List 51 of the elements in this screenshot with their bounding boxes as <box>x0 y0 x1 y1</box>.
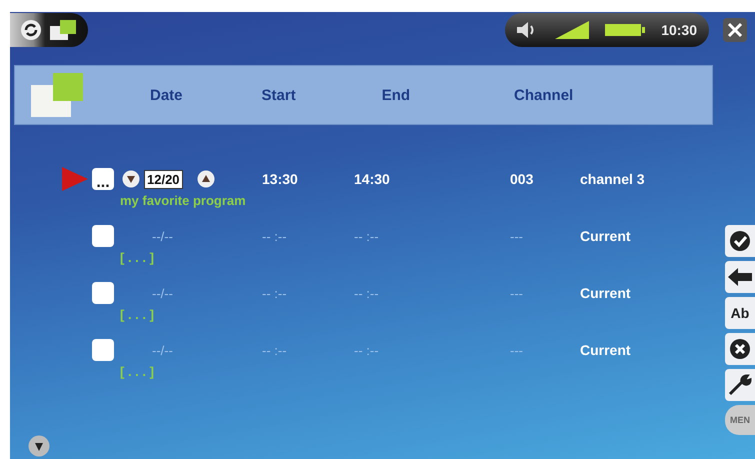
channel-name-cell: Current <box>580 228 631 244</box>
channel-name-cell: Current <box>580 285 631 301</box>
menu-button[interactable]: MEN <box>725 405 755 435</box>
channel-number-cell-text: --- <box>510 286 524 300</box>
row-checkbox[interactable] <box>92 339 114 361</box>
rename-button[interactable]: Ab <box>725 297 755 329</box>
back-button[interactable] <box>725 261 755 293</box>
date-cell: --/-- <box>152 342 173 358</box>
end-time-cell-text: 14:30 <box>353 171 391 187</box>
program-name: my favorite program <box>120 193 246 208</box>
channel-number-cell-text: --- <box>510 342 524 358</box>
end-time-cell-text: -- :-- <box>353 286 380 300</box>
spin-up-icon[interactable] <box>196 170 215 188</box>
refresh-icon[interactable] <box>20 19 42 41</box>
date-cell: --/-- <box>152 286 173 300</box>
settings-button[interactable] <box>725 369 755 401</box>
clock-time: 10:30 <box>661 22 697 38</box>
channel-number-cell-text: --- <box>510 228 524 244</box>
wrench-icon <box>728 374 752 396</box>
channel-number-cell-text: 003 <box>510 171 534 187</box>
delete-icon <box>729 338 751 360</box>
channel-name-cell: Current <box>580 342 631 358</box>
scroll-down-icon[interactable] <box>28 435 50 457</box>
confirm-button[interactable] <box>725 225 755 257</box>
date-field[interactable]: 12/20 <box>144 170 183 188</box>
folder-icon[interactable] <box>50 20 76 40</box>
start-time-cell-text: -- :-- <box>261 228 288 244</box>
delete-button[interactable] <box>725 333 755 365</box>
end-time-cell-text: -- :-- <box>353 228 380 244</box>
start-time-cell-text: -- :-- <box>261 286 288 300</box>
channel-name-cell: channel 3 <box>580 171 645 187</box>
back-arrow-icon <box>728 268 752 286</box>
column-header: Date <box>150 86 183 104</box>
check-icon <box>729 230 751 252</box>
row-checkbox[interactable] <box>92 282 114 304</box>
close-icon[interactable] <box>723 18 747 42</box>
date-cell: --/-- <box>152 228 173 244</box>
battery-icon <box>605 22 646 38</box>
program-name: [ . . . ] <box>120 250 154 265</box>
more-button[interactable]: ... <box>92 168 114 190</box>
start-time-cell-text: -- :-- <box>261 342 288 358</box>
column-header: Start <box>262 86 296 104</box>
row-checkbox[interactable] <box>92 225 114 247</box>
program-name: [ . . . ] <box>120 307 154 322</box>
signal-icon <box>555 21 590 39</box>
end-time-cell-text: -- :-- <box>353 342 380 358</box>
spin-down-icon[interactable] <box>122 170 140 188</box>
program-name: [ . . . ] <box>120 364 154 379</box>
column-header: Channel <box>514 86 574 104</box>
column-header: End <box>382 86 410 104</box>
start-time-cell-text: 13:30 <box>261 171 299 187</box>
